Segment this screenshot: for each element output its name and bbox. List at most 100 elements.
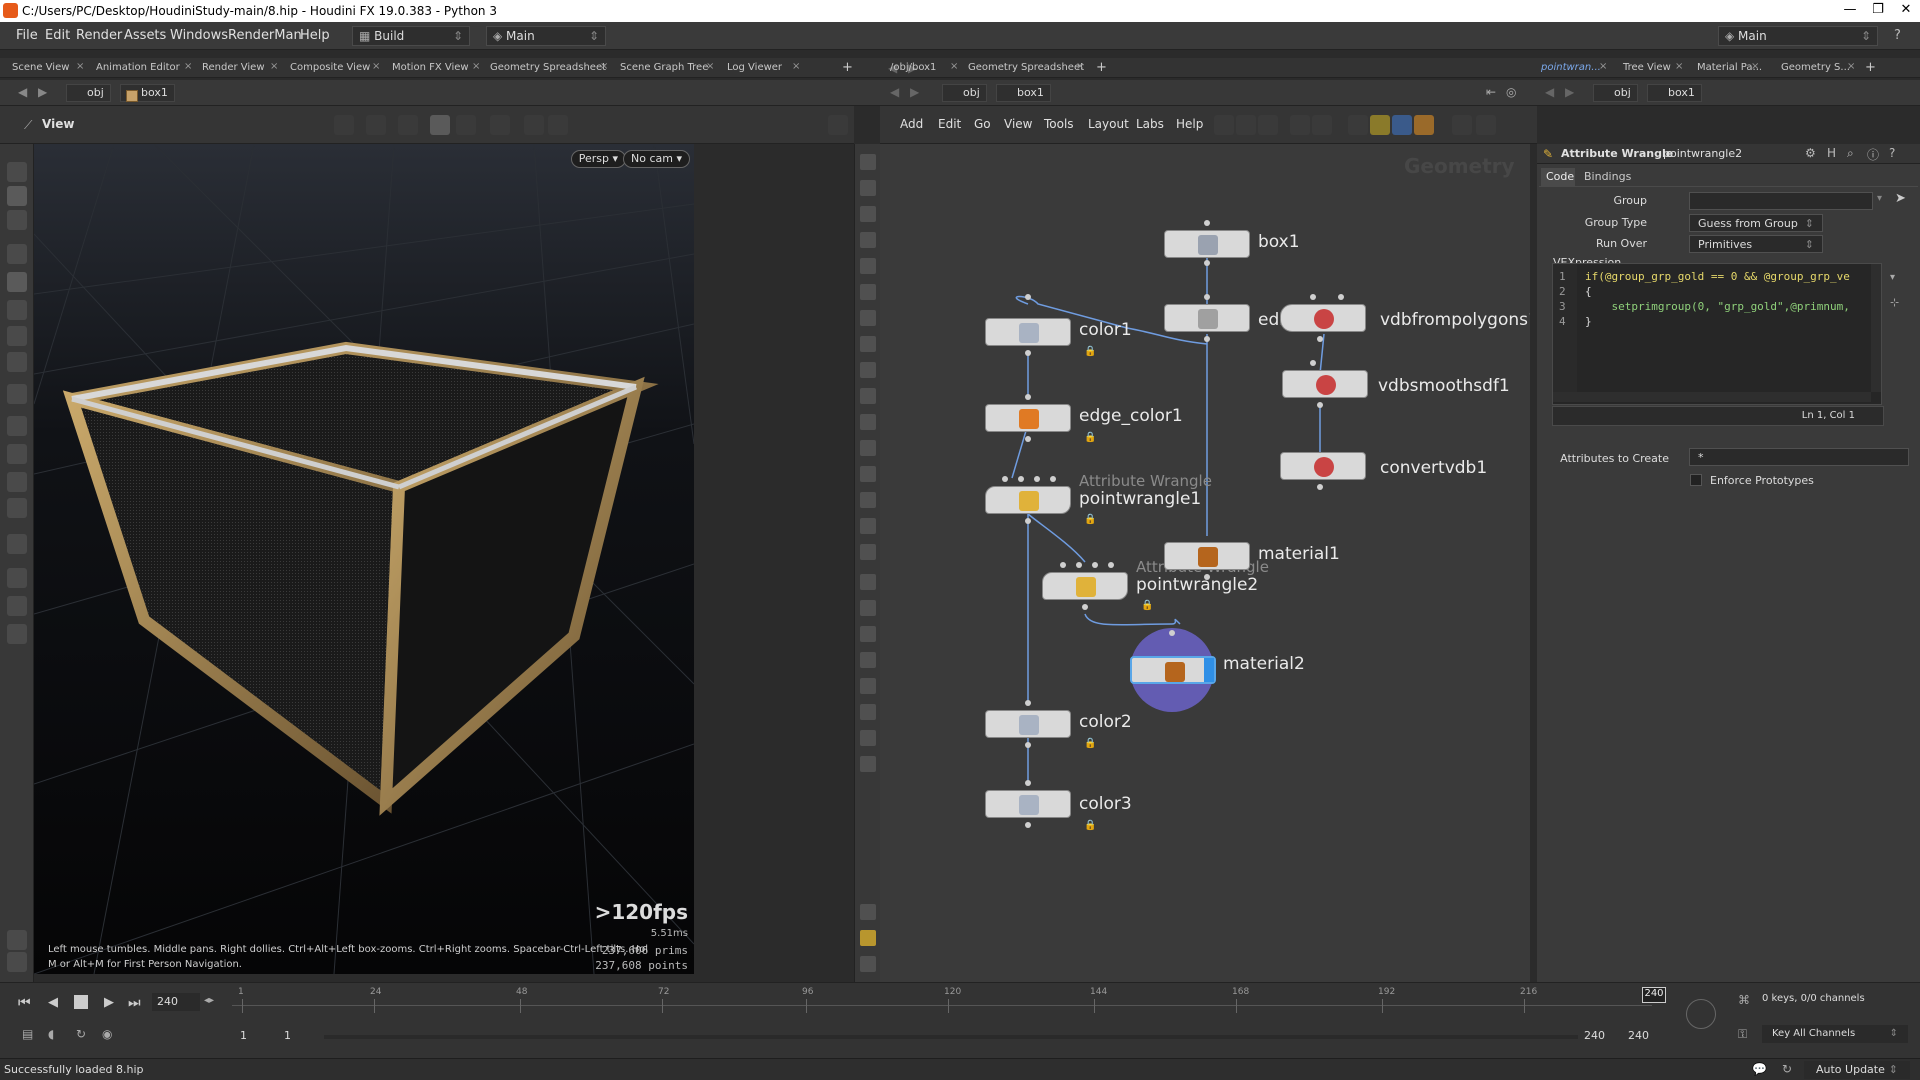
- number-display-icon[interactable]: [860, 466, 876, 482]
- input-connector[interactable]: [1050, 476, 1056, 482]
- net-menu-tools[interactable]: Tools: [1044, 117, 1074, 131]
- lighting-icon[interactable]: [490, 115, 510, 135]
- node-convertvdb1[interactable]: [1280, 452, 1366, 480]
- node-edit[interactable]: [1164, 304, 1250, 332]
- tab-close-icon[interactable]: ×: [792, 61, 800, 72]
- code-menu-icon[interactable]: ▾: [1890, 272, 1895, 283]
- play-icon[interactable]: ▶: [104, 995, 114, 1010]
- bulb-alt-icon[interactable]: [860, 336, 876, 352]
- add-tab-icon[interactable]: +: [1096, 60, 1107, 75]
- input-connector[interactable]: [1018, 476, 1024, 482]
- menu-help[interactable]: Help: [300, 28, 330, 43]
- group-type-select[interactable]: Guess from Group ⇕: [1689, 214, 1823, 232]
- viewer-help-icon[interactable]: [828, 115, 848, 135]
- input-connector[interactable]: [1034, 476, 1040, 482]
- forward-arrow-icon[interactable]: ▶: [38, 85, 47, 99]
- menu-edit[interactable]: Edit: [45, 28, 70, 43]
- network-path-box1[interactable]: box1: [996, 84, 1051, 102]
- net-menu-layout[interactable]: Layout: [1088, 117, 1129, 131]
- input-connector[interactable]: [1092, 562, 1098, 568]
- display-guide-icon[interactable]: [860, 154, 876, 170]
- auto-key-dial-icon[interactable]: [1686, 999, 1716, 1029]
- loop-icon[interactable]: ↻: [76, 1027, 86, 1041]
- restore-button[interactable]: ❐: [1868, 2, 1888, 20]
- pose-icon[interactable]: [7, 416, 27, 436]
- background-icon[interactable]: [860, 652, 876, 668]
- right-context-selector[interactable]: ◈ Main ⇕: [1718, 26, 1878, 46]
- network-box-icon[interactable]: [1392, 115, 1412, 135]
- tab-close-icon[interactable]: ×: [1751, 61, 1759, 72]
- snapshot-icon[interactable]: [524, 115, 544, 135]
- normal-display-icon[interactable]: [860, 440, 876, 456]
- output-connector[interactable]: [1317, 484, 1323, 490]
- quad-view-icon[interactable]: [860, 930, 876, 946]
- lock-camera-icon[interactable]: [860, 206, 876, 222]
- path-obj[interactable]: obj: [66, 84, 111, 102]
- start-frame[interactable]: 1: [240, 1029, 247, 1042]
- select-points-icon[interactable]: [7, 210, 27, 230]
- param-path-box1[interactable]: box1: [1647, 84, 1702, 102]
- add-tab-icon[interactable]: +: [842, 60, 853, 75]
- node-vdbsmoothsdf1[interactable]: [1282, 370, 1368, 398]
- edge-display-icon[interactable]: [860, 414, 876, 430]
- input-connector[interactable]: [1025, 294, 1031, 300]
- tab-close-icon[interactable]: ×: [184, 61, 192, 72]
- net-menu-help[interactable]: Help: [1176, 117, 1203, 131]
- net-menu-go[interactable]: Go: [974, 117, 991, 131]
- select-mode-icon[interactable]: [7, 162, 27, 182]
- tree-icon[interactable]: [1236, 115, 1256, 135]
- shaded-icon[interactable]: [860, 626, 876, 642]
- display-flag[interactable]: [1204, 658, 1214, 682]
- pan-icon[interactable]: [366, 115, 386, 135]
- tab-tree-view[interactable]: Tree View: [1623, 62, 1671, 73]
- uv-display-icon[interactable]: [860, 492, 876, 508]
- help-icon[interactable]: ?: [1889, 146, 1895, 160]
- enforce-prototypes-checkbox[interactable]: [1690, 474, 1702, 486]
- tab-scene-graph-tree[interactable]: Scene Graph Tree: [620, 62, 708, 73]
- node-pointwrangle2[interactable]: [1042, 572, 1128, 600]
- render-region-icon[interactable]: [7, 596, 27, 616]
- input-connector[interactable]: [1310, 360, 1316, 366]
- sticky-note-icon[interactable]: [1370, 115, 1390, 135]
- search-icon[interactable]: [1452, 115, 1472, 135]
- select-arrow-icon[interactable]: ➤: [1895, 191, 1906, 206]
- run-over-select[interactable]: Primitives ⇕: [1689, 235, 1823, 253]
- info-icon[interactable]: [860, 904, 876, 920]
- ghost-icon[interactable]: [860, 180, 876, 196]
- display-icon[interactable]: [7, 624, 27, 644]
- brush-icon[interactable]: [7, 952, 27, 972]
- output-connector[interactable]: [1025, 822, 1031, 828]
- key-icon[interactable]: ⚿: [1738, 1027, 1747, 1042]
- input-connector[interactable]: [1025, 394, 1031, 400]
- tab-animation-editor[interactable]: Animation Editor: [96, 62, 180, 73]
- flag-display-icon[interactable]: [860, 544, 876, 560]
- end-frame[interactable]: 240: [1584, 1029, 1605, 1042]
- node-color2[interactable]: [985, 710, 1071, 738]
- end-frame-2[interactable]: 240: [1628, 1029, 1649, 1042]
- output-connector[interactable]: [1025, 742, 1031, 748]
- tab-scene-view[interactable]: Scene View: [12, 62, 69, 73]
- paint-icon[interactable]: [7, 930, 27, 950]
- input-connector[interactable]: [1025, 780, 1031, 786]
- vector-display-icon[interactable]: [860, 518, 876, 534]
- net-menu-view[interactable]: View: [1004, 117, 1032, 131]
- add-tab-icon[interactable]: +: [1865, 60, 1876, 75]
- tab-network-geo-spreadsheet[interactable]: Geometry Spreadsheet: [968, 62, 1084, 73]
- info-icon[interactable]: ⓘ: [1867, 146, 1879, 163]
- snap-prim-icon[interactable]: [7, 472, 27, 492]
- tab-geometry-spreadsheet-2[interactable]: Geometry S...: [1781, 62, 1850, 73]
- back-arrow-icon[interactable]: ◀: [890, 85, 899, 99]
- lock-selection-icon[interactable]: [7, 272, 27, 292]
- auto-update-select[interactable]: Auto Update ⇕: [1804, 1061, 1910, 1079]
- safe-area-icon[interactable]: [860, 678, 876, 694]
- camera-view-icon[interactable]: [860, 956, 876, 972]
- link-icon[interactable]: ◎: [1506, 85, 1516, 99]
- frame-ruler[interactable]: 1 24 48 72 96 120 144 168 192 216 240: [232, 983, 1680, 1019]
- forward-arrow-icon[interactable]: ▶: [910, 85, 919, 99]
- minimize-button[interactable]: —: [1840, 2, 1860, 20]
- refresh-icon[interactable]: ↻: [1782, 1062, 1792, 1076]
- bulb-off-icon[interactable]: [860, 310, 876, 326]
- rotate-icon[interactable]: [7, 326, 27, 346]
- tab-pointwrangle[interactable]: pointwran...: [1541, 62, 1601, 73]
- lod-icon[interactable]: [860, 756, 876, 772]
